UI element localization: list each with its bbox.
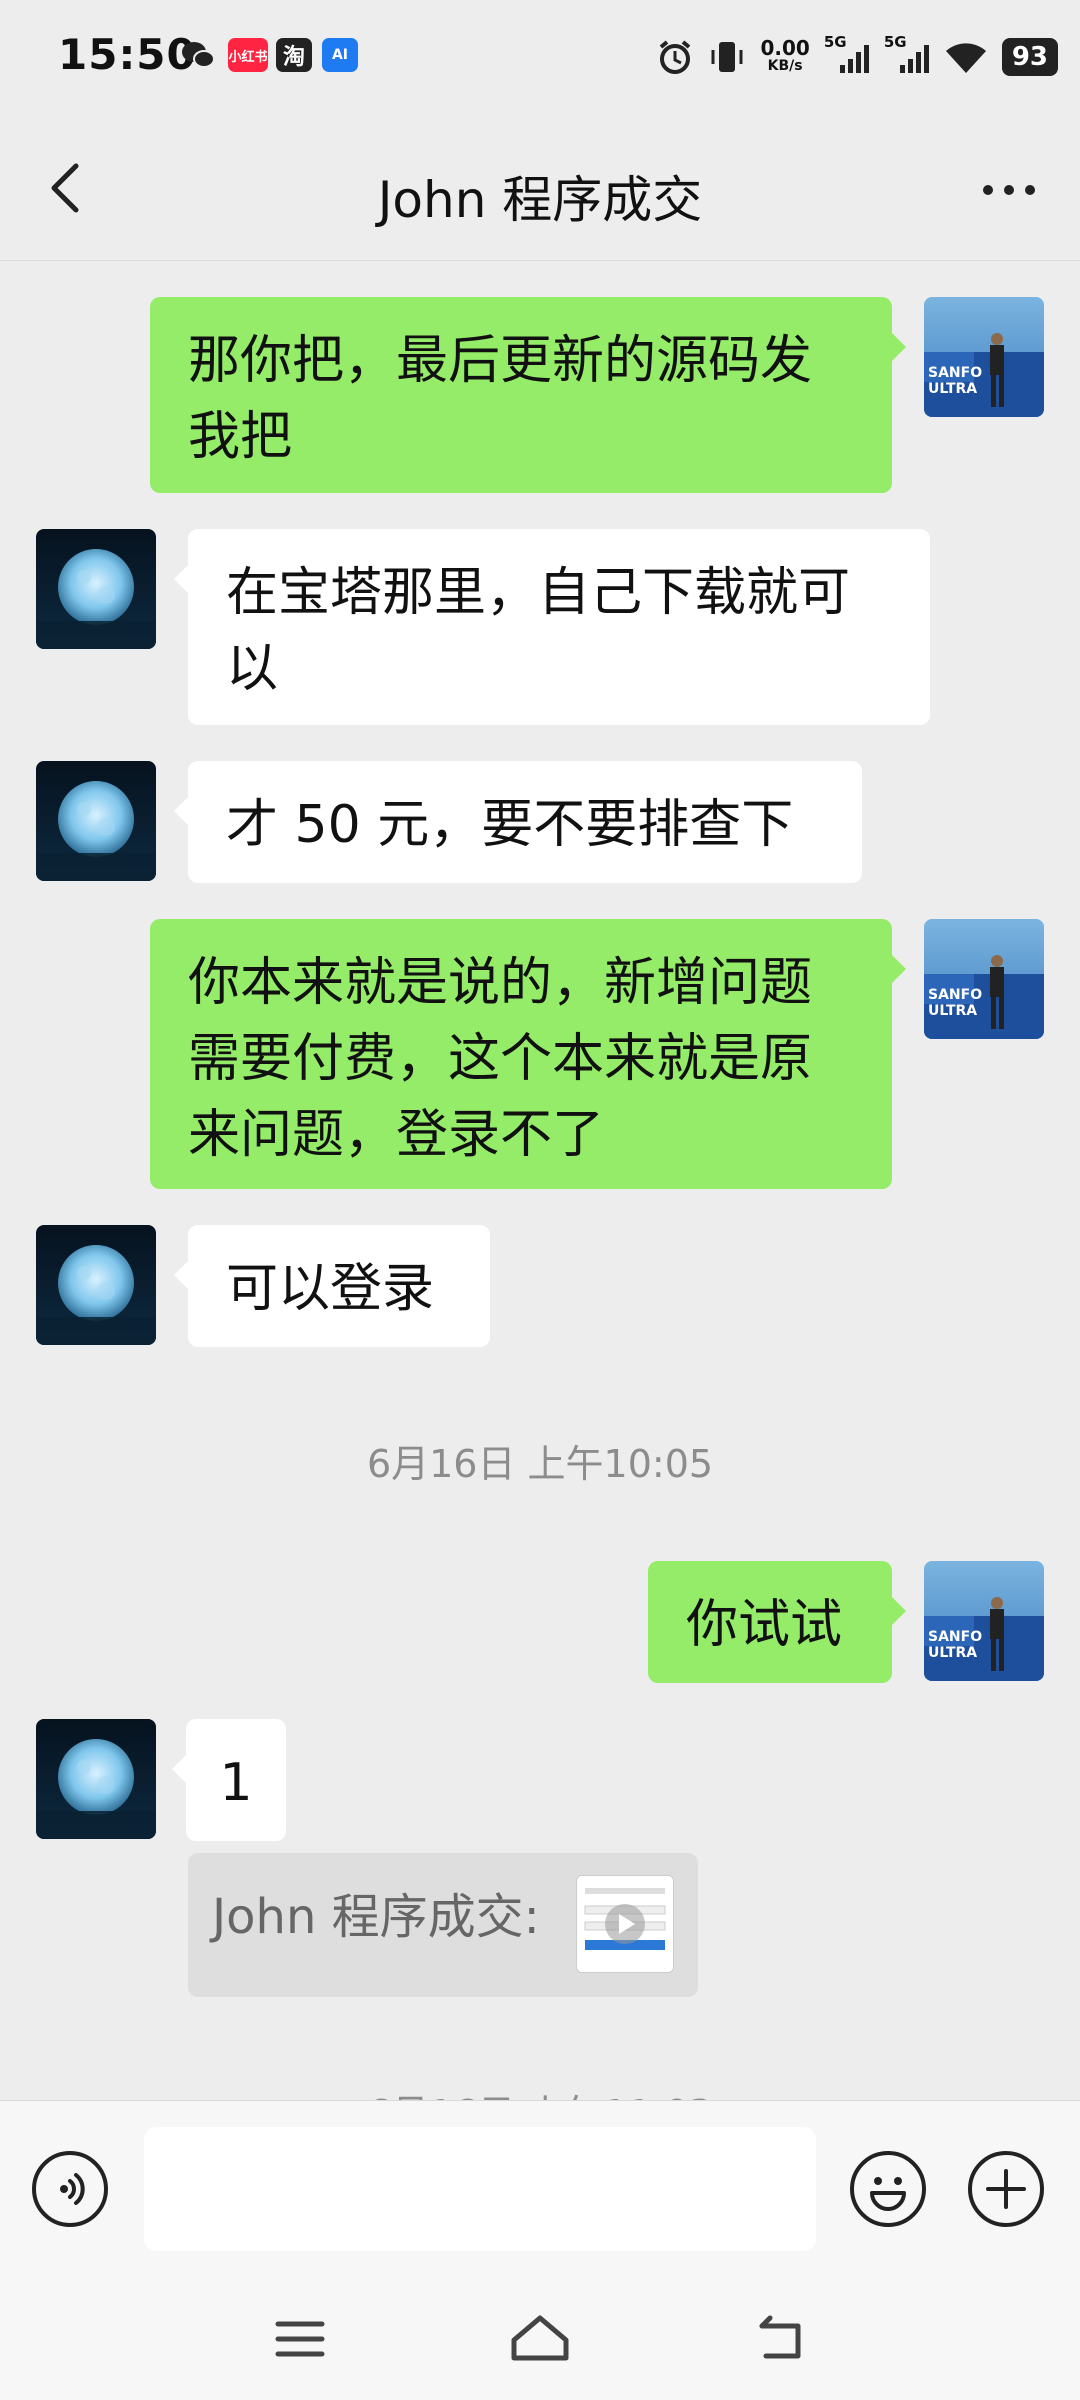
svg-text:SANFO: SANFO — [928, 1629, 982, 1645]
chat-messages[interactable]: SANFO ULTRA 那你把，最后更新的源码发我把 在宝塔那里，自己下载就可以 … — [0, 261, 1080, 2100]
nav-back-button[interactable] — [740, 2304, 820, 2374]
vibrate-icon — [711, 42, 743, 72]
more-button[interactable] — [974, 165, 1044, 215]
svg-text:ULTRA: ULTRA — [928, 1645, 977, 1661]
alarm-icon — [660, 40, 691, 74]
message-bubble[interactable]: 那你把，最后更新的源码发我把 — [150, 297, 906, 493]
chat-title: John 程序成交 — [377, 171, 703, 229]
my-avatar[interactable]: SANFO ULTRA — [924, 919, 1044, 1039]
timestamp: 6月16日 上午11:03 — [0, 2083, 1080, 2100]
battery-indicator: 93 — [1001, 38, 1058, 76]
video-thumbnail[interactable] — [576, 1875, 674, 1973]
input-bar — [0, 2100, 1080, 2281]
nav-home-button[interactable] — [500, 2304, 580, 2374]
xiaohongshu-icon: 小红书 — [228, 38, 268, 72]
message-input[interactable] — [144, 2127, 816, 2251]
voice-icon — [60, 2173, 85, 2205]
status-time: 15:50 — [58, 30, 197, 79]
contact-avatar[interactable] — [36, 529, 156, 649]
signal-icon-2: 5G — [884, 33, 930, 77]
message-bubble[interactable]: 才 50 元，要不要排查下 — [174, 761, 862, 883]
more-dots-icon — [983, 185, 1035, 195]
back-icon — [759, 2315, 801, 2359]
plus-button[interactable] — [968, 2151, 1044, 2227]
plus-icon — [986, 2169, 1026, 2209]
nav-menu-button[interactable] — [260, 2304, 340, 2374]
contact-avatar[interactable] — [36, 1719, 156, 1839]
wechat-icon — [180, 38, 216, 72]
emoji-button[interactable] — [850, 2151, 926, 2227]
video-play-icon — [577, 1876, 673, 1972]
voice-button[interactable] — [32, 2151, 108, 2227]
quoted-message[interactable]: John 程序成交: — [188, 1853, 698, 1997]
message-bubble[interactable]: 你试试 — [648, 1561, 906, 1683]
timestamp: 6月16日 上午10:05 — [366, 1442, 714, 1486]
home-icon — [511, 2315, 569, 2361]
wifi-icon — [945, 43, 986, 73]
svg-text:SANFO: SANFO — [928, 365, 982, 381]
svg-text:ULTRA: ULTRA — [928, 1003, 977, 1019]
contact-avatar[interactable] — [36, 761, 156, 881]
net-speed: 0.00 KB/s — [760, 36, 810, 74]
status-bar: 15:50 小红书 淘 AI 0.00 KB/s 5G 5G 93 — [0, 0, 1080, 120]
message-bubble[interactable]: 可以登录 — [174, 1225, 490, 1347]
status-right: 0.00 KB/s 5G 5G 93 — [656, 32, 1058, 82]
quote-text: John 程序成交: — [212, 1889, 540, 1945]
message-bubble[interactable]: 你本来就是说的，新增问题需要付费，这个本来就是原来问题，登录不了 — [150, 919, 906, 1189]
menu-icon — [275, 2321, 325, 2357]
svg-text:SANFO: SANFO — [928, 987, 982, 1003]
message-bubble[interactable]: 1 — [172, 1719, 286, 1841]
svg-text:ULTRA: ULTRA — [928, 381, 977, 397]
system-nav-bar — [0, 2280, 1080, 2400]
taobao-icon: 淘 — [276, 38, 312, 72]
my-avatar[interactable]: SANFO ULTRA — [924, 1561, 1044, 1681]
contact-avatar[interactable] — [36, 1225, 156, 1345]
emoji-icon — [870, 2177, 906, 2211]
chat-header: John 程序成交 — [0, 120, 1080, 261]
signal-icon: 5G — [824, 33, 870, 77]
my-avatar[interactable]: SANFO ULTRA — [924, 297, 1044, 417]
message-bubble[interactable]: 在宝塔那里，自己下载就可以 — [174, 529, 930, 725]
ai-app-icon: AI — [322, 38, 358, 72]
